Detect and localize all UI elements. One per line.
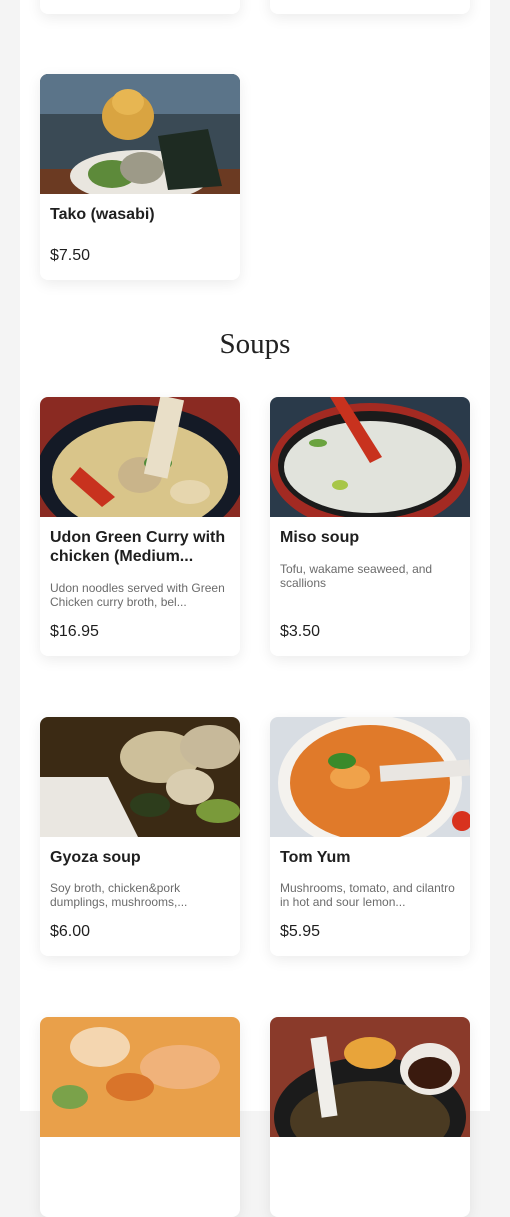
menu-item-card[interactable] bbox=[270, 1017, 470, 1217]
food-photo bbox=[40, 74, 240, 194]
item-description: Soy broth, chicken&pork dumplings, mushr… bbox=[50, 881, 188, 909]
menu-item-card[interactable]: Tako (wasabi) $7.50 bbox=[40, 74, 240, 280]
item-description: Tofu, wakame seaweed, and scallions bbox=[280, 562, 433, 590]
item-price: $16.95 bbox=[50, 623, 99, 640]
menu-item-card[interactable]: Miso soup Tofu, wakame seaweed, and scal… bbox=[270, 397, 470, 656]
item-price: $7.50 bbox=[50, 247, 91, 264]
food-photo bbox=[270, 397, 470, 517]
item-description: Udon noodles served with Green Chicken c… bbox=[50, 581, 225, 609]
food-photo bbox=[40, 717, 240, 837]
food-photo bbox=[270, 1017, 470, 1137]
item-description: Mushrooms, tomato, and cilantro in hot a… bbox=[280, 881, 455, 909]
food-photo bbox=[40, 1017, 240, 1137]
menu-item-card[interactable]: Tom Yum Mushrooms, tomato, and cilantro … bbox=[270, 717, 470, 956]
item-price: $6.00 bbox=[50, 923, 91, 940]
menu-item-card[interactable] bbox=[40, 1017, 240, 1217]
item-name: Gyoza soup bbox=[50, 849, 141, 866]
food-photo bbox=[270, 717, 470, 837]
menu-item-card[interactable] bbox=[40, 0, 240, 14]
menu-item-card[interactable]: Udon Green Curry with chicken (Medium...… bbox=[40, 397, 240, 656]
menu-page: Tako (wasabi) $7.50 Soups Udon Green Cur… bbox=[20, 0, 490, 1217]
item-name: Tako (wasabi) bbox=[50, 206, 155, 223]
section-title: Soups bbox=[219, 328, 291, 360]
item-name: Miso soup bbox=[280, 529, 360, 546]
item-name: Udon Green Curry with chicken (Medium... bbox=[50, 529, 226, 565]
menu-item-card[interactable]: Gyoza soup Soy broth, chicken&pork dumpl… bbox=[40, 717, 240, 956]
item-price: $3.50 bbox=[280, 623, 321, 640]
menu-item-card[interactable] bbox=[270, 0, 470, 14]
food-photo bbox=[40, 397, 240, 517]
item-name: Tom Yum bbox=[280, 849, 351, 866]
item-price: $5.95 bbox=[280, 923, 321, 940]
